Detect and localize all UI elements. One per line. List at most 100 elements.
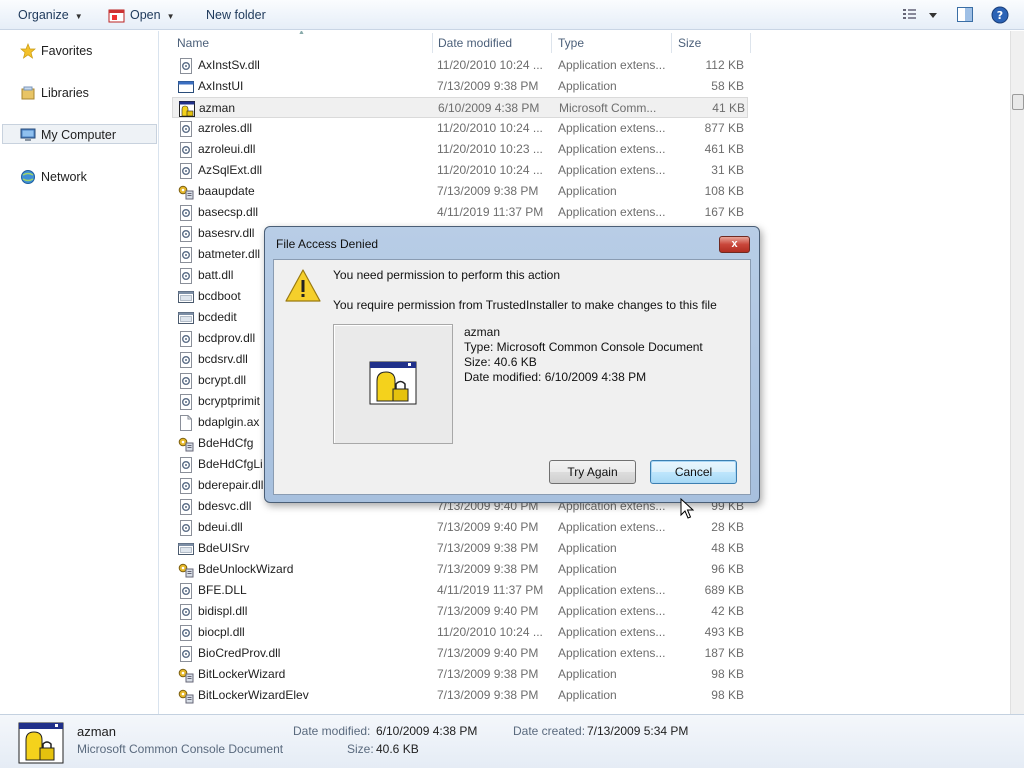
- file-row[interactable]: azroleui.dll 11/20/2010 10:23 ... Applicat…: [172, 139, 748, 160]
- file-size: 31 KB: [711, 163, 744, 177]
- file-name: basecsp.dll: [198, 205, 259, 219]
- file-row[interactable]: bdeui.dll 7/13/2009 9:40 PM Application ex…: [172, 517, 748, 538]
- dialog-file-size: Size: 40.6 KB: [464, 355, 537, 369]
- column-header-name[interactable]: Name: [177, 31, 209, 55]
- file-row[interactable]: azman 6/10/2009 4:38 PM Microsoft Comm... 4…: [172, 97, 748, 118]
- column-header-size[interactable]: Size: [678, 31, 701, 55]
- column-header-date[interactable]: Date modified: [438, 31, 512, 55]
- file-type: Application: [558, 562, 617, 576]
- blank-file-icon: [180, 415, 192, 431]
- help-button[interactable]: ?: [991, 6, 1009, 27]
- column-divider[interactable]: [671, 33, 672, 53]
- detail-date-created: 7/13/2009 5:34 PM: [587, 724, 689, 738]
- file-row[interactable]: BFE.DLL 4/11/2019 11:37 PM Application ext…: [172, 580, 748, 601]
- file-size: 98 KB: [711, 667, 744, 681]
- file-row[interactable]: basecsp.dll 4/11/2019 11:37 PM Application…: [172, 202, 748, 223]
- new-folder-button[interactable]: New folder: [206, 0, 266, 30]
- dll-icon: [180, 625, 192, 641]
- file-name: BdeUnlockWizard: [198, 562, 294, 576]
- msc-file-icon: [369, 361, 417, 405]
- detail-size: 40.6 KB: [376, 742, 419, 756]
- computer-icon: [20, 128, 36, 141]
- file-date-modified: 7/13/2009 9:38 PM: [437, 562, 539, 576]
- dll-icon: [180, 520, 192, 536]
- file-row[interactable]: AxInstUI 7/13/2009 9:38 PM Application 58 K…: [172, 76, 748, 97]
- column-divider[interactable]: [750, 33, 751, 53]
- console-icon: [178, 312, 194, 324]
- detail-date-modified-label: Date modified:: [293, 724, 371, 738]
- file-date-modified: 7/13/2009 9:40 PM: [437, 604, 539, 618]
- nav-network[interactable]: Network: [0, 167, 158, 187]
- file-name: BdeUISrv: [198, 541, 250, 555]
- dll-icon: [180, 58, 192, 74]
- try-again-button[interactable]: Try Again: [549, 460, 636, 484]
- close-button[interactable]: x: [719, 236, 750, 253]
- dll-icon: [180, 226, 192, 242]
- scrollbar-thumb[interactable]: [1012, 94, 1024, 110]
- msc-icon: [179, 101, 195, 117]
- file-row[interactable]: BdeUISrv 7/13/2009 9:38 PM Application 48 K…: [172, 538, 748, 559]
- file-name: AxInstSv.dll: [198, 58, 260, 72]
- file-row[interactable]: biocpl.dll 11/20/2010 10:24 ... Applicatio…: [172, 622, 748, 643]
- file-type: Application extens...: [558, 58, 666, 72]
- file-date-modified: 7/13/2009 9:38 PM: [437, 688, 539, 702]
- file-row[interactable]: baaupdate 7/13/2009 9:38 PM Application 108…: [172, 181, 748, 202]
- preview-pane-button[interactable]: [956, 6, 974, 27]
- file-row[interactable]: BdeUnlockWizard 7/13/2009 9:38 PM Applicat…: [172, 559, 748, 580]
- file-type: Application: [558, 184, 617, 198]
- detail-date-modified: 6/10/2009 4:38 PM: [376, 724, 478, 738]
- column-name-label: Name: [177, 36, 210, 50]
- preview-pane-icon: [957, 7, 973, 22]
- dll-icon: [180, 163, 192, 179]
- dialog-file-name: azman: [464, 325, 501, 339]
- detail-date-created-label: Date created:: [513, 724, 586, 738]
- warning-icon: [285, 269, 321, 302]
- file-date-modified: 7/13/2009 9:40 PM: [437, 520, 539, 534]
- file-size: 98 KB: [711, 688, 744, 702]
- detail-size-label: Size:: [347, 742, 374, 756]
- file-type: Application extens...: [558, 142, 666, 156]
- column-divider[interactable]: [432, 33, 433, 53]
- file-date-modified: 7/13/2009 9:40 PM: [437, 646, 539, 660]
- organize-button[interactable]: Organize ▼: [18, 0, 83, 30]
- nav-libraries[interactable]: Libraries: [0, 83, 158, 103]
- file-row[interactable]: BitLockerWizardElev 7/13/2009 9:38 PM Appl…: [172, 685, 748, 706]
- nav-my-computer[interactable]: My Computer: [2, 124, 157, 144]
- window-exe-icon: [178, 81, 194, 93]
- help-icon: ?: [991, 6, 1009, 24]
- sort-ascending-icon: ▲: [298, 31, 305, 36]
- cancel-button[interactable]: Cancel: [650, 460, 737, 484]
- exe-gear-icon: [178, 689, 194, 704]
- view-options-button[interactable]: [902, 6, 942, 27]
- open-button[interactable]: Open ▼: [108, 0, 175, 30]
- file-row[interactable]: AzSqlExt.dll 11/20/2010 10:24 ... Applicat…: [172, 160, 748, 181]
- file-access-denied-dialog: File Access Denied x You need permission…: [264, 226, 760, 519]
- dll-icon: [180, 646, 192, 662]
- detail-file-name: azman: [77, 724, 117, 739]
- star-icon: [20, 43, 36, 59]
- vertical-scrollbar[interactable]: [1010, 31, 1024, 714]
- file-row[interactable]: bidispl.dll 7/13/2009 9:40 PM Application …: [172, 601, 748, 622]
- file-name: azroles.dll: [198, 121, 253, 135]
- file-row[interactable]: azroles.dll 11/20/2010 10:24 ... Applicati…: [172, 118, 748, 139]
- column-header-type[interactable]: Type: [558, 31, 584, 55]
- file-date-modified: 4/11/2019 11:37 PM: [437, 583, 544, 597]
- file-type: Application extens...: [558, 163, 666, 177]
- nav-favorites[interactable]: Favorites: [0, 41, 158, 61]
- dll-icon: [180, 499, 192, 515]
- dll-icon: [180, 583, 192, 599]
- file-size: 112 KB: [705, 58, 744, 72]
- file-row[interactable]: BioCredProv.dll 7/13/2009 9:40 PM Applicat…: [172, 643, 748, 664]
- column-divider[interactable]: [551, 33, 552, 53]
- dialog-title: File Access Denied: [276, 237, 379, 251]
- dll-icon: [180, 121, 192, 137]
- try-again-label: Try Again: [567, 465, 618, 479]
- dll-icon: [180, 268, 192, 284]
- file-size: 58 KB: [711, 79, 744, 93]
- file-date-modified: 6/10/2009 4:38 PM: [438, 101, 540, 115]
- details-pane: azman Microsoft Common Console Document …: [0, 714, 1024, 768]
- file-row[interactable]: AxInstSv.dll 11/20/2010 10:24 ... Applicat…: [172, 55, 748, 76]
- file-size: 42 KB: [711, 604, 744, 618]
- dll-icon: [180, 352, 192, 368]
- file-row[interactable]: BitLockerWizard 7/13/2009 9:38 PM Applicat…: [172, 664, 748, 685]
